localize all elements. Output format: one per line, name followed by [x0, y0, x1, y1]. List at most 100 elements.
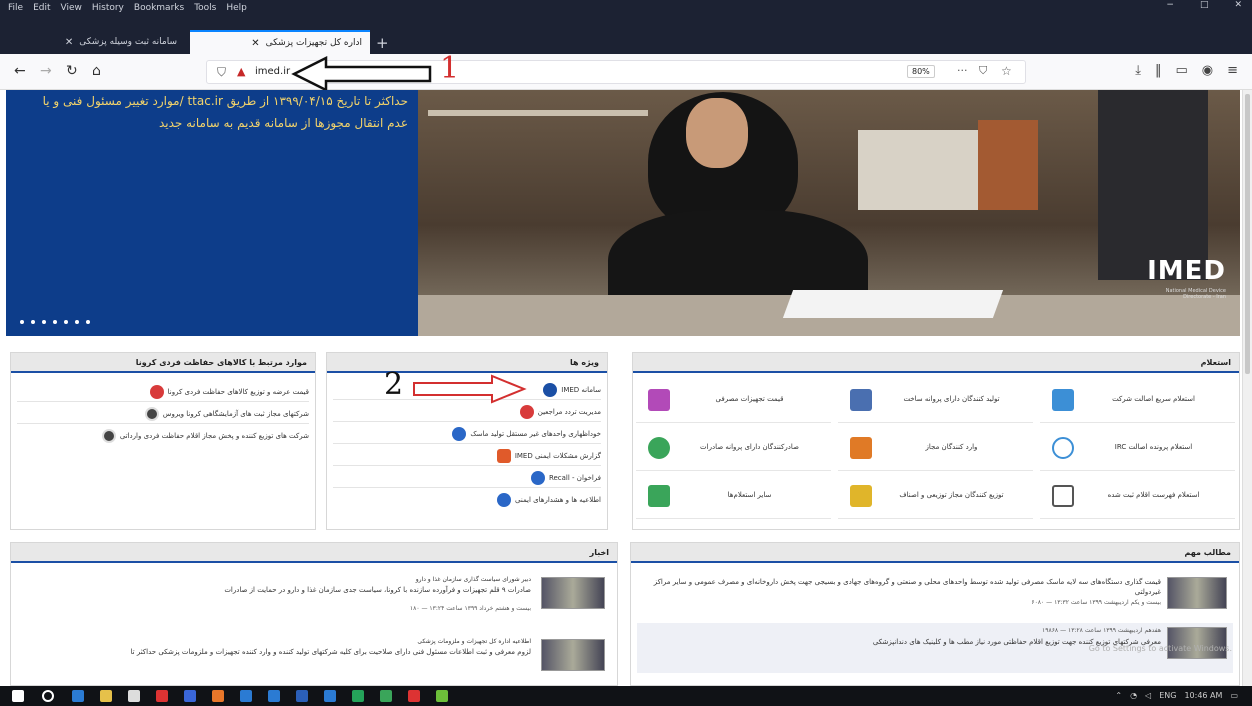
annotation-number-1: 1 — [440, 51, 460, 86]
inquiry-cell[interactable]: توزیع کنندگان مجاز توزیعی و اصناف — [838, 473, 1033, 519]
close-window-button[interactable]: ✕ — [1234, 0, 1242, 10]
list-item[interactable]: مدیریت تردد مراجعین — [519, 405, 601, 419]
menu-tools[interactable]: Tools — [194, 3, 216, 13]
news-item[interactable]: دبیر شورای سیاست گذاری سازمان غذا و دارو… — [17, 573, 611, 623]
app-icon[interactable] — [324, 690, 336, 702]
menu-file[interactable]: File — [8, 3, 23, 13]
important-headline[interactable]: قیمت گذاری دستگاه‌های سه لایه ماسک مصرفی… — [641, 577, 1161, 597]
important-box-title: مطالب مهم — [631, 543, 1239, 563]
news-headline[interactable]: صادرات ۹ قلم تجهیزات و فرآورده سازنده با… — [31, 585, 531, 595]
start-icon[interactable] — [12, 690, 24, 702]
minimize-button[interactable]: − — [1166, 0, 1174, 10]
list-item[interactable]: خوداظهاری واحدهای غیر مستقل تولید ماسک — [452, 427, 601, 441]
downloads-icon[interactable]: ⤓ — [1135, 63, 1141, 78]
important-thumbnail[interactable] — [1167, 577, 1227, 609]
important-headline[interactable]: معرفی شرکتهای توزیع کننده جهت توزیع اقلا… — [641, 637, 1161, 647]
tray-arrow-icon[interactable]: ⌃ — [1115, 691, 1122, 700]
slider-dot — [64, 320, 68, 324]
news-item[interactable]: اطلاعیه اداره کل تجهیزات و ملزومات پزشکی… — [17, 635, 611, 685]
reload-icon[interactable]: ↻ — [66, 63, 78, 79]
inquiry-cell-label: استعلام سریع اصالت شرکت — [1112, 395, 1195, 403]
sidebar-icon[interactable]: ▭ — [1175, 63, 1187, 78]
important-item[interactable]: قیمت گذاری دستگاه‌های سه لایه ماسک مصرفی… — [637, 573, 1233, 623]
home-icon[interactable]: ⌂ — [92, 63, 101, 79]
bookmark-star-icon[interactable]: ☆ — [1001, 64, 1012, 78]
app-icon[interactable] — [436, 690, 448, 702]
menu-help[interactable]: Help — [226, 3, 247, 13]
inquiry-cell[interactable]: سایر استعلام‌ها — [636, 473, 831, 519]
inquiry-cell[interactable]: استعلام سریع اصالت شرکت — [1040, 377, 1235, 423]
pocket-icon[interactable]: ⛉ — [979, 64, 987, 78]
scrollbar-thumb[interactable] — [1245, 94, 1250, 374]
account-icon[interactable]: ◉ — [1202, 63, 1213, 78]
menu-history[interactable]: History — [92, 3, 124, 13]
slider-dots[interactable] — [20, 320, 90, 324]
distributor-icon — [850, 484, 872, 507]
corona-box: موارد مرتبط با کالاهای حفاظت فردی کرونا … — [10, 352, 316, 530]
page-scrollbar[interactable] — [1242, 90, 1252, 686]
zoom-level[interactable]: 80% — [907, 65, 935, 78]
list-item[interactable]: اطلاعیه ها و هشدارهای ایمنی — [497, 493, 601, 507]
clipboard-icon — [1052, 484, 1074, 507]
inquiry-cell[interactable]: وارد کنندگان مجاز — [838, 425, 1033, 471]
news-thumbnail[interactable] — [541, 639, 605, 671]
news-kicker: دبیر شورای سیاست گذاری سازمان غذا و دارو — [415, 576, 531, 583]
app-icon[interactable] — [352, 690, 364, 702]
news-headline[interactable]: لزوم معرفی و ثبت اطلاعات مسئول فنی دارای… — [31, 647, 531, 657]
forward-icon[interactable]: → — [40, 63, 52, 79]
maximize-button[interactable]: □ — [1200, 0, 1209, 10]
firefox-icon[interactable] — [212, 690, 224, 702]
other-inquiries-icon — [648, 484, 670, 507]
app-icon[interactable] — [380, 690, 392, 702]
inquiry-cell[interactable]: تولید کنندگان دارای پروانه ساخت — [838, 377, 1033, 423]
inquiry-cell[interactable]: قیمت تجهیزات مصرفی — [636, 377, 831, 423]
new-tab-button[interactable]: + — [376, 34, 389, 52]
news-thumbnail[interactable] — [541, 577, 605, 609]
tracking-shield-icon[interactable]: ⛉ — [217, 65, 226, 80]
tab-imed[interactable]: اداره کل تجهیزات پزشکی ✕ — [190, 30, 370, 54]
news-box-title: اخبار — [11, 543, 617, 563]
inquiry-cell[interactable]: استعلام پرونده اصالت IRC — [1040, 425, 1235, 471]
annotation-number-2: 2 — [384, 367, 404, 402]
list-item[interactable]: شرکت های توزیع کننده و پخش مجاز اقلام حف… — [101, 429, 309, 443]
volume-icon[interactable]: ◁ — [1145, 691, 1151, 700]
menu-view[interactable]: View — [61, 3, 82, 13]
navigation-bar: ← → ↻ ⌂ ⛉ ▲ imed.ir 80% ··· ⛉ ☆ ⤓ ‖ ▭ ◉ … — [0, 54, 1252, 90]
app-icon[interactable] — [240, 690, 252, 702]
inquiry-cell[interactable]: صادرکنندگان دارای پروانه صادرات — [636, 425, 831, 471]
notifications-icon[interactable]: ▭ — [1230, 691, 1238, 700]
word-icon[interactable] — [296, 690, 308, 702]
list-item[interactable]: قیمت عرضه و توزیع کالاهای حفاظت فردی کرو… — [149, 385, 309, 399]
news-kicker: اطلاعیه اداره کل تجهیزات و ملزومات پزشکی — [417, 638, 531, 645]
list-item-label: خوداظهاری واحدهای غیر مستقل تولید ماسک — [470, 430, 601, 438]
app-icon[interactable] — [408, 690, 420, 702]
list-item-imed-system[interactable]: سامانه IMED — [543, 383, 601, 397]
news-meta: بیست و هشتم خرداد ۱۳۹۹ ساعت ۱۳:۲۴ — ۱۸۰ — [409, 605, 531, 612]
clock[interactable]: 10:46 AM — [1184, 691, 1222, 700]
edge-icon[interactable] — [72, 690, 84, 702]
list-item[interactable]: شرکتهای مجاز ثبت های آزمایشگاهی کرونا وی… — [144, 407, 309, 421]
back-icon[interactable]: ← — [14, 63, 26, 79]
store-icon[interactable] — [128, 690, 140, 702]
important-thumbnail[interactable] — [1167, 627, 1227, 659]
menu-edit[interactable]: Edit — [33, 3, 50, 13]
library-icon[interactable]: ‖ — [1155, 63, 1162, 78]
url-text[interactable]: imed.ir — [255, 66, 290, 77]
file-explorer-icon[interactable] — [100, 690, 112, 702]
menu-bar: File Edit View History Bookmarks Tools H… — [0, 0, 1252, 16]
language-indicator[interactable]: ENG — [1159, 691, 1176, 700]
search-icon[interactable] — [42, 690, 54, 702]
close-tab-icon[interactable]: ✕ — [65, 37, 73, 48]
inquiry-cell[interactable]: استعلام فهرست اقلام ثبت شده — [1040, 473, 1235, 519]
hamburger-menu-icon[interactable]: ≡ — [1227, 63, 1238, 78]
menu-bookmarks[interactable]: Bookmarks — [134, 3, 184, 13]
tab-registration-system[interactable]: سامانه ثبت وسیله پزشکی ✕ — [55, 30, 185, 54]
list-item[interactable]: فراخوان - Recall — [530, 471, 601, 485]
page-actions-icon[interactable]: ··· — [957, 64, 968, 77]
list-item[interactable]: گزارش مشکلات ایمنی IMED — [496, 449, 601, 463]
mail-icon[interactable] — [184, 690, 196, 702]
opera-icon[interactable] — [156, 690, 168, 702]
close-tab-icon[interactable]: ✕ — [251, 38, 259, 49]
network-icon[interactable]: ◔ — [1130, 691, 1137, 700]
app-icon[interactable] — [268, 690, 280, 702]
